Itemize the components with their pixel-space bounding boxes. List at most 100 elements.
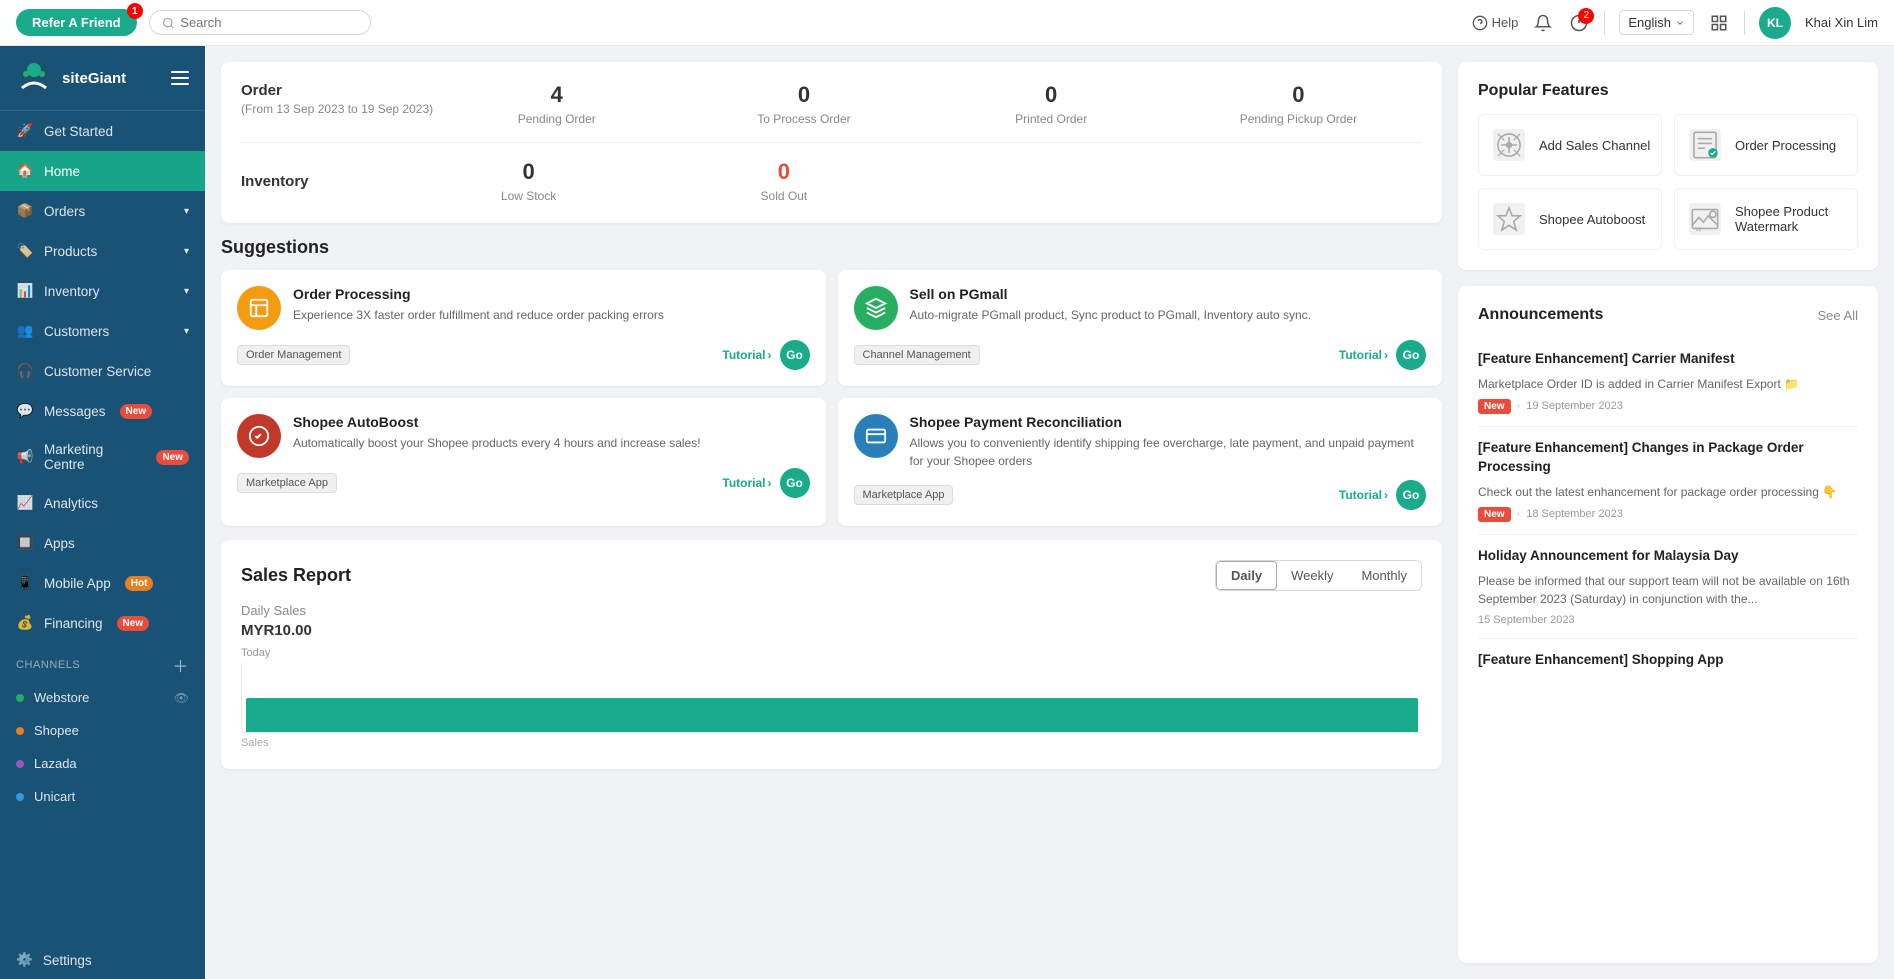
inventory-icon: 📊 (16, 282, 34, 300)
sidebar-item-customers[interactable]: 👥 Customers ▾ (0, 311, 205, 351)
stat-sold-out[interactable]: 0 Sold Out (656, 159, 911, 203)
sidebar: siteGiant 🚀 Get Started 🏠 Home 📦 Orders … (0, 46, 205, 979)
stat-value: 0 (1175, 82, 1422, 108)
feature-label: Add Sales Channel (1539, 138, 1650, 153)
announcement-title[interactable]: Holiday Announcement for Malaysia Day (1478, 547, 1858, 566)
alerts-button[interactable]: 2 (1568, 12, 1590, 34)
suggestion-text: Order Processing Experience 3X faster or… (293, 286, 664, 324)
suggestion-desc: Experience 3X faster order fulfillment a… (293, 306, 664, 324)
channels-label: CHANNELS (16, 659, 80, 671)
sidebar-label: Orders (44, 204, 85, 219)
go-button[interactable]: Go (780, 468, 810, 498)
suggestion-text: Sell on PGmall Auto-migrate PGmall produ… (910, 286, 1312, 324)
channel-dot-lazada (16, 760, 24, 768)
channel-dot-unicart (16, 793, 24, 801)
refer-badge: 1 (127, 3, 143, 19)
sales-report-header: Sales Report Daily Weekly Monthly (241, 560, 1422, 591)
search-box[interactable] (149, 10, 371, 35)
new-badge: New (1478, 399, 1511, 414)
suggestion-footer: Marketplace App Tutorial › Go (237, 468, 810, 498)
suggestion-title: Sell on PGmall (910, 286, 1312, 302)
feature-shopee-watermark[interactable]: W Shopee Product Watermark (1674, 188, 1858, 250)
stat-pending-order[interactable]: 4 Pending Order (433, 82, 680, 126)
channel-webstore[interactable]: Webstore 👁 (0, 681, 205, 714)
announcement-meta: 15 September 2023 (1478, 614, 1858, 626)
sidebar-item-analytics[interactable]: 📈 Analytics (0, 483, 205, 523)
language-selector[interactable]: English (1619, 10, 1694, 35)
sidebar-item-get-started[interactable]: 🚀 Get Started (0, 111, 205, 151)
sales-chart: Today Sales (241, 647, 1422, 749)
user-name[interactable]: Khai Xin Lim (1805, 15, 1878, 30)
chart-bar-today (246, 698, 1418, 733)
channel-lazada[interactable]: Lazada (0, 747, 205, 780)
inventory-stats: Inventory 0 Low Stock 0 Sold Out (241, 159, 1422, 203)
sidebar-item-inventory[interactable]: 📊 Inventory ▾ (0, 271, 205, 311)
products-icon: 🏷️ (16, 242, 34, 260)
channel-dot-shopee (16, 727, 24, 735)
add-channel-button[interactable]: ＋ (172, 653, 189, 677)
sidebar-item-mobile-app[interactable]: 📱 Mobile App Hot (0, 563, 205, 603)
user-avatar[interactable]: KL (1759, 7, 1791, 39)
stat-value: 0 (928, 82, 1175, 108)
channel-shopee[interactable]: Shopee (0, 714, 205, 747)
sidebar-item-financing[interactable]: 💰 Financing New (0, 603, 205, 643)
channels-section: CHANNELS ＋ (0, 643, 205, 681)
refer-label: Refer A Friend (32, 15, 121, 30)
sidebar-label: Settings (43, 953, 92, 968)
new-badge: New (156, 450, 189, 465)
hamburger-menu[interactable] (171, 71, 189, 85)
search-input[interactable] (180, 15, 357, 30)
stat-value: 0 (680, 82, 927, 108)
sidebar-item-apps[interactable]: 🔲 Apps (0, 523, 205, 563)
sidebar-item-home[interactable]: 🏠 Home (0, 151, 205, 191)
announcement-title[interactable]: [Feature Enhancement] Changes in Package… (1478, 439, 1858, 477)
help-button[interactable]: Help (1472, 15, 1519, 31)
tutorial-link[interactable]: Tutorial › (722, 476, 771, 490)
order-stats: Order (From 13 Sep 2023 to 19 Sep 2023) … (241, 82, 1422, 126)
settings-icon: ⚙️ (16, 952, 33, 968)
channel-unicart[interactable]: Unicart (0, 780, 205, 813)
suggestion-icon-order (237, 286, 281, 330)
tutorial-link[interactable]: Tutorial › (1339, 488, 1388, 502)
announcement-title[interactable]: [Feature Enhancement] Carrier Manifest (1478, 350, 1858, 369)
stat-low-stock[interactable]: 0 Low Stock (401, 159, 656, 203)
period-monthly[interactable]: Monthly (1347, 561, 1421, 590)
stat-to-process[interactable]: 0 To Process Order (680, 82, 927, 126)
order-values: 4 Pending Order 0 To Process Order 0 Pri… (433, 82, 1422, 126)
sidebar-label: Get Started (44, 124, 113, 139)
sidebar-item-marketing-centre[interactable]: 📢 Marketing Centre New (0, 431, 205, 483)
sidebar-item-settings[interactable]: ⚙️ Settings (0, 941, 205, 979)
new-badge: New (120, 404, 153, 419)
tutorial-link[interactable]: Tutorial › (722, 348, 771, 362)
sidebar-item-customer-service[interactable]: 🎧 Customer Service (0, 351, 205, 391)
feature-add-sales-channel[interactable]: Add Sales Channel (1478, 114, 1662, 176)
go-button[interactable]: Go (780, 340, 810, 370)
feature-order-processing[interactable]: Order Processing (1674, 114, 1858, 176)
announcement-holiday: Holiday Announcement for Malaysia Day Pl… (1478, 535, 1858, 639)
feature-label: Shopee Autoboost (1539, 212, 1645, 227)
feature-icon-order-processing (1685, 125, 1725, 165)
stat-printed[interactable]: 0 Printed Order (928, 82, 1175, 126)
refer-friend-button[interactable]: Refer A Friend 1 (16, 9, 137, 36)
stat-pickup[interactable]: 0 Pending Pickup Order (1175, 82, 1422, 126)
go-button[interactable]: Go (1396, 340, 1426, 370)
channel-label: Webstore (34, 690, 89, 705)
feature-shopee-autoboost[interactable]: Shopee Autoboost (1478, 188, 1662, 250)
announcement-desc: Please be informed that our support team… (1478, 572, 1858, 608)
period-weekly[interactable]: Weekly (1277, 561, 1347, 590)
layout-icon[interactable] (1708, 12, 1730, 34)
stat-placeholder1 (912, 159, 1167, 203)
sidebar-item-messages[interactable]: 💬 Messages New (0, 391, 205, 431)
help-icon (1472, 15, 1488, 31)
tutorial-link[interactable]: Tutorial › (1339, 348, 1388, 362)
see-all-button[interactable]: See All (1818, 308, 1858, 323)
announcement-title[interactable]: [Feature Enhancement] Shopping App (1478, 651, 1858, 670)
period-daily[interactable]: Daily (1216, 561, 1277, 590)
notifications-button[interactable] (1532, 12, 1554, 34)
chevron-right-icon: ▾ (184, 326, 189, 337)
sidebar-item-products[interactable]: 🏷️ Products ▾ (0, 231, 205, 271)
go-button[interactable]: Go (1396, 480, 1426, 510)
eye-icon[interactable]: 👁 (174, 691, 189, 705)
sidebar-item-orders[interactable]: 📦 Orders ▾ (0, 191, 205, 231)
announcements-card: Announcements See All [Feature Enhanceme… (1458, 286, 1878, 963)
